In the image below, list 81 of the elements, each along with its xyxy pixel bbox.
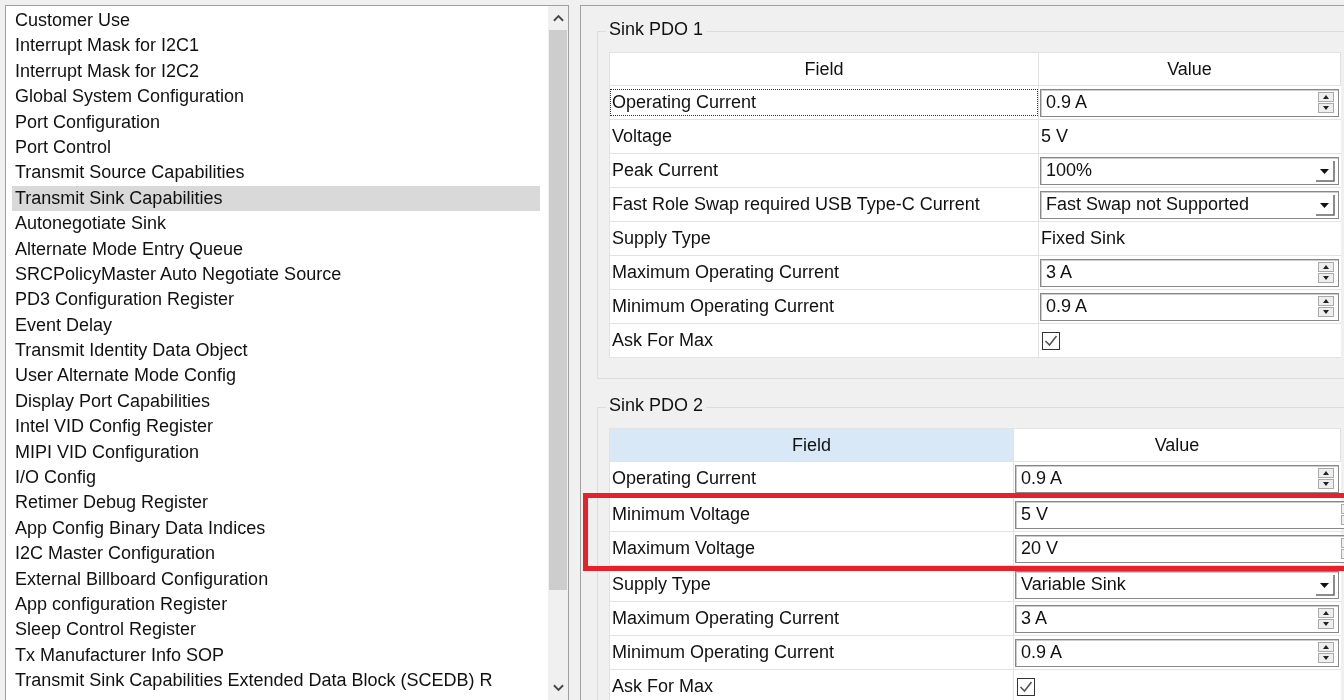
settings-list[interactable] (5, 5, 569, 700)
scroll-up-icon[interactable] (552, 14, 564, 22)
field-label: Maximum Voltage (611, 537, 757, 560)
list-item[interactable]: I2C Master Configuration (12, 541, 540, 567)
spin-field[interactable]: 3 A (1040, 258, 1339, 287)
dropdown-arrow-icon[interactable] (1315, 193, 1335, 216)
scroll-thumb[interactable] (549, 30, 567, 590)
column-header[interactable]: Field (610, 53, 1039, 85)
field-label: Ask For Max (611, 329, 714, 352)
list-item[interactable]: Retimer Debug Register (12, 490, 540, 516)
list-item[interactable]: Sleep Control Register (12, 617, 540, 643)
list-item[interactable]: Alternate Mode Entry Queue (12, 236, 540, 262)
list-item[interactable]: App configuration Register (12, 592, 540, 618)
field-label: Maximum Operating Current (611, 607, 841, 630)
list-item[interactable]: Port Configuration (12, 109, 540, 135)
field-label: Minimum Operating Current (611, 641, 836, 664)
list-item[interactable]: PD3 Configuration Register (12, 287, 540, 313)
spin-field[interactable]: 5 V (1015, 500, 1344, 529)
spin-up-icon[interactable] (1318, 642, 1334, 652)
list-item[interactable]: Interrupt Mask for I2C2 (12, 58, 540, 85)
list-item[interactable]: Intel VID Config Register (12, 414, 540, 440)
list-item[interactable]: Transmit Source Capabilities (12, 160, 540, 186)
list-item[interactable]: Tx Manufacturer Info SOP (12, 642, 540, 669)
list-item[interactable]: SRCPolicyMaster Auto Negotiate Source (12, 261, 540, 288)
list-item[interactable]: User Alternate Mode Config (12, 363, 540, 389)
field-label: Supply Type (611, 573, 712, 596)
spin-up-icon[interactable] (1318, 262, 1334, 272)
list-item[interactable]: Display Port Capabilities (12, 388, 540, 415)
list-item[interactable]: Interrupt Mask for I2C1 (12, 33, 540, 59)
dropdown[interactable]: Fast Swap not Supported (1040, 190, 1339, 219)
spin-field[interactable]: 0.9 A (1015, 464, 1339, 493)
value-text: Fixed Sink (1040, 228, 1126, 248)
field-label: Supply Type (611, 227, 712, 250)
list-item[interactable]: MIPI VID Configuration (12, 439, 540, 466)
field-label: Operating Current (611, 467, 758, 490)
field-label: Ask For Max (611, 675, 714, 698)
column-header[interactable]: Value (1014, 429, 1341, 461)
list-item[interactable]: External Billboard Configuration (12, 566, 540, 592)
field-label: Minimum Operating Current (611, 295, 836, 318)
checkbox[interactable] (1017, 677, 1035, 696)
value-text: 5 V (1040, 126, 1069, 146)
spin-up-icon[interactable] (1318, 296, 1334, 306)
list-item[interactable]: Port Control (12, 134, 540, 161)
field-label: Fast Role Swap required USB Type-C Current (611, 193, 981, 216)
dropdown-arrow-icon[interactable] (1315, 573, 1335, 596)
list-item[interactable]: Event Delay (12, 312, 540, 339)
list-item[interactable]: Autonegotiate Sink (12, 211, 540, 237)
column-header[interactable]: Field (610, 429, 1014, 461)
scrollbar[interactable] (548, 6, 568, 700)
spin-field[interactable]: 3 A (1015, 604, 1339, 633)
spin-field[interactable]: 20 V (1015, 534, 1344, 563)
list-item[interactable]: Transmit Sink Capabilities (12, 185, 540, 212)
spin-down-icon[interactable] (1318, 103, 1334, 113)
list-item[interactable]: App Config Binary Data Indices (12, 515, 540, 542)
spin-field[interactable]: 0.9 A (1040, 292, 1339, 321)
column-header[interactable]: Value (1039, 53, 1341, 85)
field-label: Maximum Operating Current (611, 261, 841, 284)
field-label: Peak Current (611, 159, 720, 182)
spin-field[interactable]: 0.9 A (1040, 88, 1339, 117)
field-label: Operating Current (610, 89, 1038, 116)
spin-down-icon[interactable] (1318, 653, 1334, 663)
spin-down-icon[interactable] (1318, 619, 1334, 629)
spin-down-icon[interactable] (1318, 273, 1334, 283)
list-item[interactable]: Transmit Sink Capabilities Extended Data Block (SCEDB) R (12, 668, 540, 694)
spin-up-icon[interactable] (1318, 92, 1334, 102)
field-label: Voltage (611, 125, 674, 148)
scroll-down-icon[interactable] (552, 684, 564, 692)
spin-up-icon[interactable] (1318, 468, 1334, 478)
dropdown[interactable]: Variable Sink (1015, 570, 1339, 599)
list-item[interactable]: Transmit Identity Data Object (12, 338, 540, 364)
checkbox[interactable] (1042, 331, 1060, 350)
spin-up-icon[interactable] (1318, 608, 1334, 618)
spin-down-icon[interactable] (1318, 307, 1334, 317)
spin-down-icon[interactable] (1318, 479, 1334, 489)
list-item[interactable]: I/O Config (12, 465, 540, 491)
list-item[interactable]: Customer Use (12, 8, 540, 34)
spin-field[interactable]: 0.9 A (1015, 638, 1339, 667)
field-label: Minimum Voltage (611, 503, 752, 526)
dropdown[interactable]: 100% (1040, 156, 1339, 185)
dropdown-arrow-icon[interactable] (1315, 159, 1335, 182)
list-item[interactable]: Global System Configuration (12, 84, 540, 110)
